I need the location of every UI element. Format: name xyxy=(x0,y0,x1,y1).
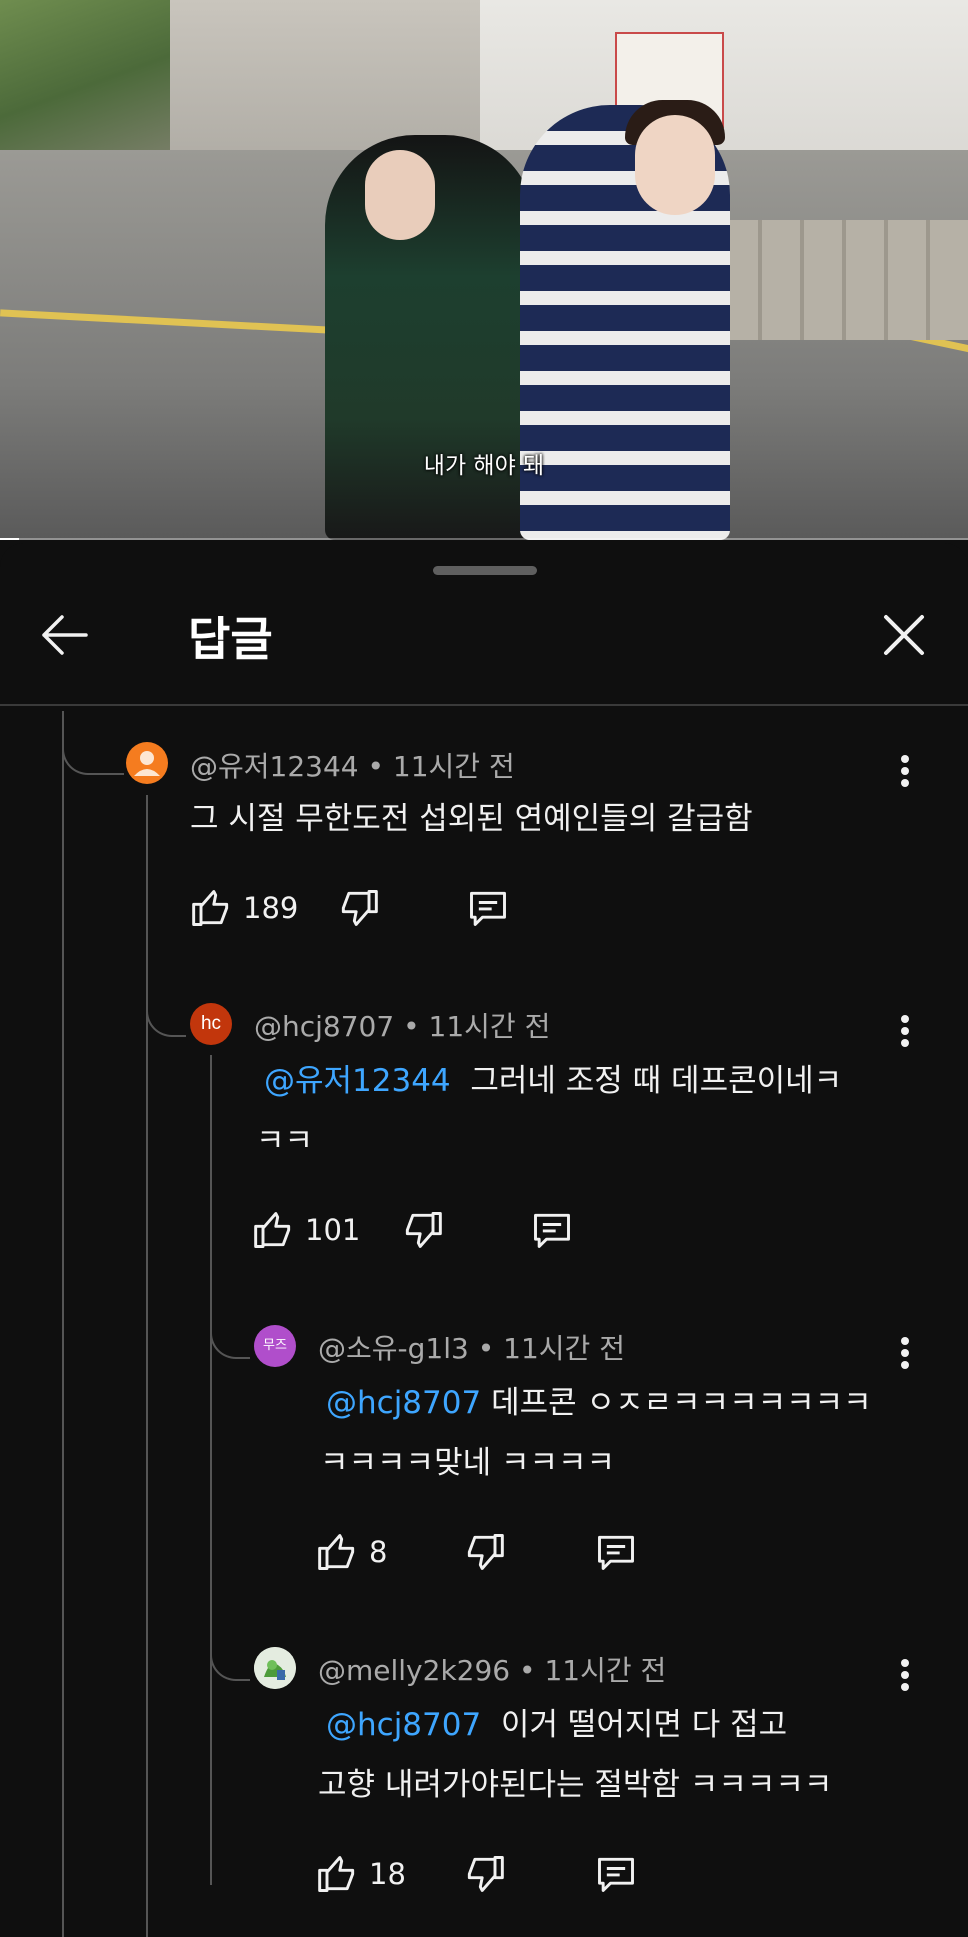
more-button[interactable] xyxy=(890,1009,920,1053)
video-person-right-face xyxy=(635,115,715,215)
thumbs-up-icon xyxy=(318,1534,355,1570)
header-divider xyxy=(0,704,968,706)
comment-author[interactable]: @유저12344 xyxy=(190,750,359,783)
more-vert-icon xyxy=(901,755,909,787)
comment-text-line: @hcj8707 이거 떨어지면 다 접고 xyxy=(318,1695,832,1755)
like-button[interactable] xyxy=(316,1530,360,1574)
like-button[interactable] xyxy=(252,1208,296,1252)
avatar-initials: 무즈 xyxy=(263,1338,287,1353)
thumbs-up-icon xyxy=(254,1212,291,1248)
dislike-button[interactable] xyxy=(462,1852,506,1896)
thumbs-down-icon xyxy=(467,1856,504,1892)
reply-icon xyxy=(598,1535,634,1570)
thumbs-down-icon xyxy=(467,1534,504,1570)
meta-separator: • xyxy=(519,1654,536,1687)
more-button[interactable] xyxy=(890,1331,920,1375)
comment-text: @hcj8707 이거 떨어지면 다 접고 고향 내려가야된다는 절박함 ㅋㅋㅋ… xyxy=(318,1695,832,1815)
thumbs-up-icon xyxy=(192,890,229,926)
video-subtitle: 내가 해야 돼 xyxy=(423,453,545,479)
comment-text-line-content: 이거 떨어지면 다 접고 xyxy=(500,1707,788,1743)
comment-author[interactable]: @소유-g1l3 xyxy=(318,1332,469,1365)
comment-text: @유저12344 그러네 조정 때 데프콘이네ㅋ ㅋㅋ xyxy=(256,1051,842,1171)
comment-text-line: 고향 내려가야된다는 절박함 ㅋㅋㅋㅋㅋ xyxy=(318,1767,833,1803)
thread-connector xyxy=(210,1617,250,1681)
arrow-left-icon xyxy=(42,615,88,655)
meta-separator: • xyxy=(477,1332,495,1365)
thread-line xyxy=(146,795,148,1937)
like-count: 189 xyxy=(243,891,299,925)
more-vert-icon xyxy=(901,1659,909,1691)
like-count: 101 xyxy=(305,1213,361,1247)
close-button[interactable] xyxy=(876,609,932,661)
video-progress-fill xyxy=(0,538,20,540)
comment-author[interactable]: @melly2k296 xyxy=(318,1654,510,1687)
avatar[interactable] xyxy=(254,1647,296,1689)
more-vert-icon xyxy=(901,1015,909,1047)
comment-text: 그 시절 무한도전 섭외된 연예인들의 갈급함 xyxy=(190,789,753,849)
more-vert-icon xyxy=(901,1337,909,1369)
dislike-button[interactable] xyxy=(336,886,380,930)
comment-meta: @hcj8707 • 11시간 전 xyxy=(254,1005,550,1045)
avatar[interactable]: hc xyxy=(190,1003,232,1045)
comment-text-line-content: 데프콘 ㅇㅈㄹㅋㅋㅋㅋㅋㅋㅋ xyxy=(491,1385,872,1421)
dislike-button[interactable] xyxy=(462,1530,506,1574)
comment-meta: @소유-g1l3 • 11시간 전 xyxy=(318,1327,625,1367)
panel-title: 답글 xyxy=(188,612,273,666)
default-user-icon xyxy=(134,751,160,776)
comment-text-line: ㅋㅋㅋㅋ맞네 ㅋㅋㅋㅋ xyxy=(320,1445,616,1481)
comment-time: 11시간 전 xyxy=(544,1654,667,1687)
video-background-stonewall xyxy=(720,220,968,340)
comment-text-line: @유저12344 그러네 조정 때 데프콘이네ㅋ xyxy=(256,1051,842,1111)
avatar-initials: hc xyxy=(200,1013,222,1034)
avatar-image-icon xyxy=(254,1647,296,1689)
mention-link[interactable]: @유저12344 xyxy=(264,1063,451,1099)
comment-text-line-content: 그러네 조정 때 데프콘이네ㅋ xyxy=(470,1063,843,1099)
comment-text-line: 그 시절 무한도전 섭외된 연예인들의 갈급함 xyxy=(190,801,753,837)
video-person-left-face xyxy=(365,150,435,240)
reply-icon xyxy=(534,1213,570,1248)
thumbs-up-icon xyxy=(318,1856,355,1892)
comment-text-line: @hcj8707 데프콘 ㅇㅈㄹㅋㅋㅋㅋㅋㅋㅋ xyxy=(320,1373,872,1433)
reply-button[interactable] xyxy=(594,1852,638,1896)
thread-line xyxy=(62,711,64,1937)
avatar[interactable] xyxy=(126,742,168,784)
close-icon xyxy=(884,615,924,655)
reply-icon xyxy=(470,891,506,926)
thread-line xyxy=(210,1055,212,1885)
more-button[interactable] xyxy=(890,1653,920,1697)
reply-button[interactable] xyxy=(466,886,510,930)
back-button[interactable] xyxy=(36,609,94,661)
thread-connector xyxy=(62,711,124,775)
more-button[interactable] xyxy=(890,749,920,793)
comment-text: @hcj8707 데프콘 ㅇㅈㄹㅋㅋㅋㅋㅋㅋㅋ ㅋㅋㅋㅋ맞네 ㅋㅋㅋㅋ xyxy=(320,1373,872,1493)
dislike-button[interactable] xyxy=(400,1208,444,1252)
like-count: 18 xyxy=(369,1857,406,1891)
mention-link[interactable]: @hcj8707 xyxy=(326,1385,481,1421)
thumbs-down-icon xyxy=(341,890,378,926)
meta-separator: • xyxy=(403,1010,420,1043)
meta-separator: • xyxy=(367,750,385,783)
like-button[interactable] xyxy=(190,886,234,930)
replies-panel: 답글 @유저12344 • 11시간 전 그 시절 무한도전 섭외된 연예인들의… xyxy=(0,543,968,1937)
reply-icon xyxy=(598,1857,634,1892)
comment-time: 11시간 전 xyxy=(503,1332,625,1365)
thread-connector xyxy=(210,1295,250,1359)
comment-time: 11시간 전 xyxy=(428,1010,551,1043)
thumbs-down-icon xyxy=(405,1212,442,1248)
video-progress-bar[interactable] xyxy=(0,538,968,540)
comment-author[interactable]: @hcj8707 xyxy=(254,1010,394,1043)
comment-meta: @유저12344 • 11시간 전 xyxy=(190,745,515,785)
like-count: 8 xyxy=(369,1535,388,1569)
mention-link[interactable]: @hcj8707 xyxy=(326,1707,481,1743)
comment-time: 11시간 전 xyxy=(392,750,515,783)
reply-button[interactable] xyxy=(594,1530,638,1574)
drag-handle[interactable] xyxy=(433,566,537,575)
comment-meta: @melly2k296 • 11시간 전 xyxy=(318,1649,666,1689)
video-player[interactable]: 내가 해야 돼 xyxy=(0,0,968,540)
comment-text-line: ㅋㅋ xyxy=(256,1123,314,1159)
thread-connector xyxy=(146,973,186,1037)
reply-button[interactable] xyxy=(530,1208,574,1252)
like-button[interactable] xyxy=(316,1852,360,1896)
avatar[interactable]: 무즈 xyxy=(254,1325,296,1367)
